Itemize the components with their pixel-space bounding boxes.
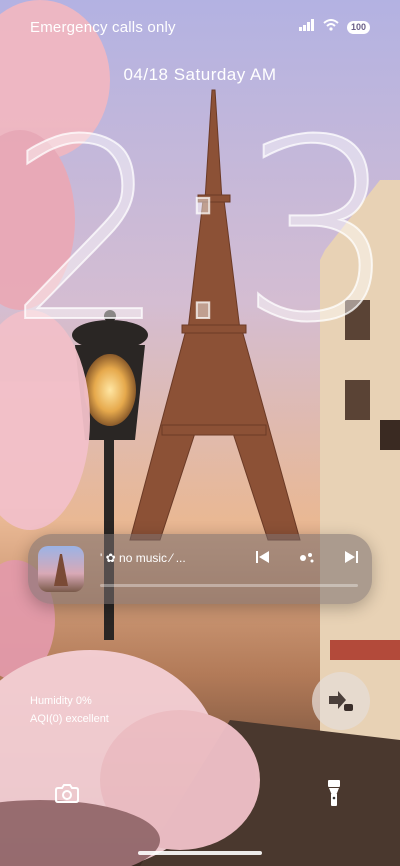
- music-widget[interactable]: ' ✿ no music ⁄ ...: [28, 534, 372, 604]
- flashlight-icon: [328, 780, 340, 806]
- status-icons: 100: [298, 18, 370, 36]
- flower-icon[interactable]: [298, 550, 316, 564]
- battery-icon: 100: [346, 20, 370, 34]
- home-indicator[interactable]: [138, 851, 262, 855]
- camera-button[interactable]: [53, 780, 81, 806]
- carrier-label: Emergency calls only: [30, 19, 176, 36]
- lens-button[interactable]: [312, 672, 370, 730]
- camera-icon: [55, 784, 79, 803]
- status-bar: Emergency calls only 100: [0, 0, 400, 54]
- weather-info: Humidity 0% AQI(0) excellent: [30, 692, 109, 728]
- flashlight-button[interactable]: [320, 778, 348, 808]
- album-art[interactable]: [38, 546, 84, 592]
- clock-time: 02:36: [0, 86, 400, 377]
- date-label: 04/18 Saturday AM: [123, 65, 277, 84]
- aqi-label: AQI(0) excellent: [30, 713, 109, 725]
- humidity-label: Humidity 0%: [30, 695, 92, 707]
- signal-icon: [298, 18, 315, 36]
- wifi-icon: [323, 18, 339, 36]
- music-title: ' ✿ no music ⁄ ...: [100, 551, 186, 565]
- previous-icon[interactable]: [256, 551, 270, 563]
- lens-icon: [329, 691, 353, 711]
- music-progress-bar[interactable]: [100, 584, 358, 587]
- music-controls: [256, 550, 358, 564]
- next-icon[interactable]: [344, 551, 358, 563]
